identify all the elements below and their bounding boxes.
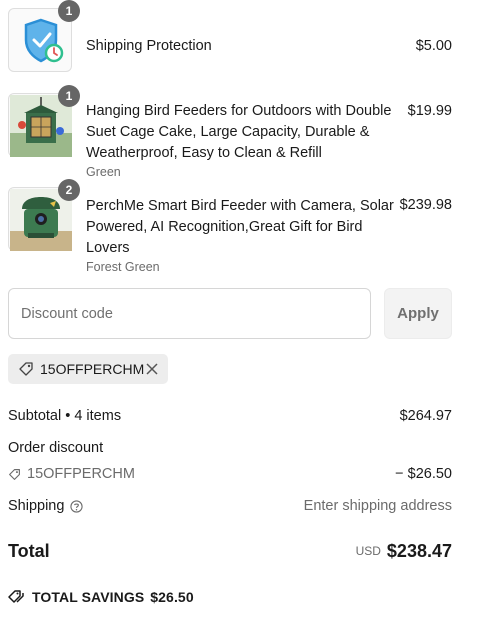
tags-icon	[8, 590, 24, 603]
total-row: Total USD $238.47	[8, 541, 452, 565]
quantity-badge: 2	[58, 179, 80, 201]
order-discount-label: Order discount	[8, 440, 104, 456]
discount-code-input[interactable]	[8, 288, 371, 339]
list-item: 1 Shipping Protection $5.00	[8, 0, 452, 78]
remove-discount-button[interactable]	[146, 363, 158, 375]
order-discount-value: − $26.50	[395, 466, 452, 482]
item-price: $239.98	[399, 197, 452, 213]
list-item: 1 Hanging Bird Feeders for Outdoors with…	[8, 85, 452, 183]
quantity-badge: 1	[58, 85, 80, 107]
applied-discount-code: 15OFFPERCHM	[40, 361, 145, 377]
subtotal-label: Subtotal • 4 items	[8, 408, 122, 424]
item-price: $5.00	[415, 38, 452, 54]
total-currency: USD	[355, 544, 381, 558]
total-label: Total	[8, 541, 50, 561]
item-variant: Green	[86, 165, 121, 179]
applied-discount-chip: 15OFFPERCHM	[8, 354, 168, 384]
help-icon[interactable]	[70, 499, 84, 513]
item-thumbnail: 2	[8, 179, 80, 251]
subtotal-value: $264.97	[399, 408, 452, 424]
total-value-wrap: USD $238.47	[356, 541, 452, 562]
close-icon	[146, 363, 158, 375]
item-variant: Forest Green	[86, 260, 160, 274]
order-discount-code: 15OFFPERCHM	[27, 466, 135, 482]
item-thumbnail: 1	[8, 85, 80, 157]
list-item: 2 PerchMe Smart Bird Feeder with Camera,…	[8, 179, 452, 277]
apply-discount-button[interactable]: Apply	[384, 288, 452, 339]
shipping-value: Enter shipping address	[303, 498, 452, 514]
savings-label: TOTAL SAVINGS	[32, 589, 145, 605]
item-thumbnail: 1	[8, 0, 80, 72]
shipping-row: Shipping Enter shipping address	[8, 498, 452, 514]
savings-value: $26.50	[150, 589, 194, 605]
discount-form: Apply	[8, 288, 452, 339]
shipping-label-wrap: Shipping	[8, 498, 84, 514]
total-savings: TOTAL SAVINGS $26.50	[8, 589, 194, 605]
total-value: $238.47	[386, 541, 452, 561]
item-price: $19.99	[407, 103, 452, 119]
item-title: Shipping Protection	[86, 38, 212, 54]
item-title: PerchMe Smart Bird Feeder with Camera, S…	[86, 198, 394, 256]
order-discount-code-wrap: 15OFFPERCHM	[8, 466, 135, 482]
tag-icon	[9, 468, 20, 480]
shipping-label: Shipping	[8, 498, 65, 514]
subtotal-row: Subtotal • 4 items $264.97	[8, 408, 452, 424]
tag-icon	[19, 362, 33, 376]
order-discount-label-row: Order discount	[8, 440, 452, 456]
order-discount-row: 15OFFPERCHM − $26.50	[8, 466, 452, 485]
quantity-badge: 1	[58, 0, 80, 22]
item-title: Hanging Bird Feeders for Outdoors with D…	[86, 103, 392, 161]
